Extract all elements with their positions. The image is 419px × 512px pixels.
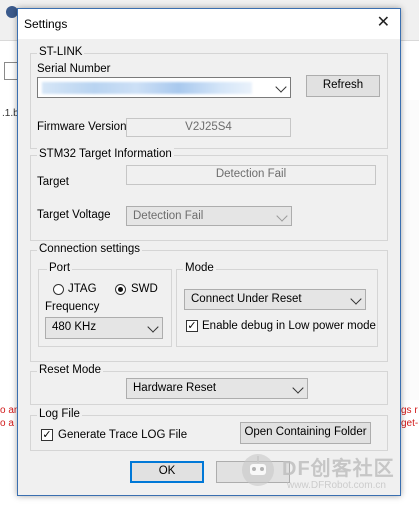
connection-settings-legend: Connection settings — [37, 243, 143, 255]
reset-mode-select[interactable]: Hardware Reset — [126, 378, 308, 399]
background-panel — [400, 100, 419, 400]
swd-radio[interactable] — [115, 284, 126, 295]
dialog-title: Settings — [24, 17, 68, 31]
target-voltage-label: Target Voltage — [37, 209, 111, 221]
mode-select[interactable]: Connect Under Reset — [184, 289, 366, 310]
reset-mode-legend: Reset Mode — [37, 364, 104, 376]
target-field: Detection Fail — [126, 165, 376, 185]
watermark-title: DF创客社区 — [282, 458, 395, 480]
watermark: DF创客社区 www.DFRobot.com.cn — [232, 446, 417, 506]
debug-low-power-checkbox[interactable]: ✓ — [186, 320, 198, 332]
log-file-legend: Log File — [37, 408, 82, 420]
stlink-legend: ST-LINK — [37, 46, 85, 58]
generate-trace-log-checkbox[interactable]: ✓ — [41, 429, 53, 441]
target-label: Target — [37, 176, 69, 188]
debug-low-power-label: Enable debug in Low power mode — [202, 320, 376, 332]
frequency-label: Frequency — [45, 301, 100, 313]
background-error-text: get- — [401, 418, 419, 429]
target-voltage-select: Detection Fail — [126, 206, 292, 226]
ok-button[interactable]: OK — [130, 461, 204, 483]
chevron-down-icon — [292, 382, 304, 394]
frequency-value: 480 KHz — [52, 321, 97, 333]
settings-dialog: Settings ✕ ST-LINK Serial Number Refresh… — [17, 8, 401, 496]
swd-label: SWD — [131, 283, 158, 295]
serial-number-value — [42, 82, 252, 94]
chevron-down-icon — [275, 81, 287, 93]
mode-value: Connect Under Reset — [191, 293, 302, 305]
open-containing-folder-button[interactable]: Open Containing Folder — [240, 422, 371, 444]
serial-number-select[interactable] — [37, 77, 291, 98]
firmware-version-field: V2J25S4 — [126, 118, 291, 137]
jtag-label: JTAG — [68, 283, 97, 295]
chevron-down-icon — [276, 210, 288, 222]
background-error-text: gs r — [401, 405, 418, 416]
refresh-button[interactable]: Refresh — [306, 75, 380, 97]
serial-number-label: Serial Number — [37, 63, 111, 75]
reset-mode-value: Hardware Reset — [133, 382, 217, 394]
firmware-version-label: Firmware Version — [37, 121, 127, 133]
chevron-down-icon — [350, 293, 362, 305]
watermark-url: www.DFRobot.com.cn — [287, 480, 386, 491]
jtag-radio[interactable] — [53, 284, 64, 295]
robot-logo-icon — [242, 454, 274, 486]
frequency-select[interactable]: 480 KHz — [45, 317, 163, 339]
chevron-down-icon — [147, 321, 159, 333]
generate-trace-log-label: Generate Trace LOG File — [58, 429, 188, 441]
port-legend: Port — [47, 262, 73, 274]
background-field — [4, 62, 18, 80]
target-info-legend: STM32 Target Information — [37, 148, 174, 160]
target-voltage-value: Detection Fail — [133, 210, 204, 222]
mode-legend: Mode — [183, 262, 216, 274]
title-bar: Settings ✕ — [18, 9, 400, 39]
close-icon[interactable]: ✕ — [377, 14, 390, 32]
